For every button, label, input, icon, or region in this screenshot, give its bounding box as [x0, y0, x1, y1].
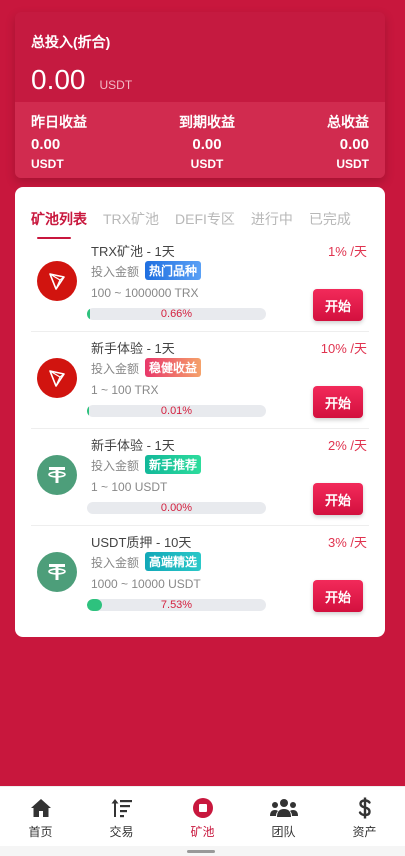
pool-item: 新手体验 - 1天 10% /天 投入金额 稳健收益 1 ~ 100 TRX 0… — [31, 332, 369, 429]
pool-range: 1 ~ 100 TRX — [91, 383, 159, 397]
nav-pool[interactable]: 矿池 — [173, 797, 233, 840]
pool-name: USDT质押 - 10天 — [91, 535, 192, 550]
pool-badge: 新手推荐 — [145, 455, 202, 474]
pool-badge: 稳健收益 — [145, 358, 202, 377]
progress-bar: 0.00% — [87, 502, 266, 514]
pool-rate: 10% /天 — [320, 341, 367, 356]
pool-item: 新手体验 - 1天 2% /天 投入金额 新手推荐 1 ~ 100 USDT 0… — [31, 429, 369, 526]
start-button[interactable]: 开始 — [313, 580, 363, 612]
home-indicator — [187, 850, 215, 853]
total-invest-unit: USDT — [99, 78, 133, 92]
pool-name: 新手体验 - 1天 — [91, 341, 175, 356]
nav-label: 交易 — [109, 825, 134, 839]
pool-range: 1000 ~ 10000 USDT — [91, 577, 201, 591]
sort-icon — [111, 797, 133, 819]
invest-label: 投入金额 — [91, 556, 140, 570]
pool-rate: 3% /天 — [327, 535, 367, 550]
pool-badge: 高端精选 — [145, 552, 202, 571]
progress-text: 0.66% — [160, 308, 193, 320]
stat-unit: USDT — [336, 157, 369, 171]
nav-home[interactable]: 首页 — [11, 797, 71, 840]
pool-range: 100 ~ 1000000 TRX — [91, 286, 199, 300]
stat-label: 到期收益 — [179, 114, 235, 130]
pool-item: USDT质押 - 10天 3% /天 投入金额 高端精选 1000 ~ 1000… — [31, 526, 369, 623]
nav-label: 矿池 — [190, 825, 215, 839]
progress-text: 7.53% — [160, 599, 193, 611]
trx-coin-icon — [37, 261, 77, 301]
nav-label: 资产 — [352, 825, 377, 839]
progress-bar: 0.01% — [87, 405, 266, 417]
earnings-stats: 昨日收益 0.00 USDT 到期收益 0.00 USDT 总收益 0.00 U… — [15, 102, 385, 178]
stat-maturity: 到期收益 0.00 USDT — [179, 112, 235, 178]
pool-rate: 2% /天 — [327, 438, 367, 453]
pool-range: 1 ~ 100 USDT — [91, 480, 168, 494]
progress-bar: 7.53% — [87, 599, 266, 611]
nav-trade[interactable]: 交易 — [92, 797, 152, 840]
stat-label: 昨日收益 — [31, 114, 87, 130]
stat-value: 0.00 — [339, 136, 369, 153]
pool-badge: 热门品种 — [145, 261, 202, 280]
usdt-coin-icon — [37, 552, 77, 592]
stat-unit: USDT — [31, 157, 64, 171]
home-icon — [30, 797, 52, 819]
invest-label: 投入金额 — [91, 362, 140, 376]
stat-value: 0.00 — [192, 136, 222, 153]
start-button[interactable]: 开始 — [313, 386, 363, 418]
invest-label: 投入金额 — [91, 265, 140, 279]
nav-label: 首页 — [28, 825, 53, 839]
nav-label: 团队 — [271, 825, 296, 839]
usdt-coin-icon — [37, 455, 77, 495]
pool-name: 新手体验 - 1天 — [91, 438, 175, 453]
start-button[interactable]: 开始 — [313, 289, 363, 321]
dollar-icon — [357, 797, 373, 819]
pool-name: TRX矿池 - 1天 — [91, 244, 175, 259]
stat-unit: USDT — [190, 157, 224, 171]
pool-list: TRX矿池 - 1天 1% /天 投入金额 热门品种 100 ~ 1000000… — [31, 235, 369, 623]
pool-card: 矿池列表 TRX矿池 DEFI专区 进行中 已完成 TRX矿池 - 1天 1% … — [15, 187, 385, 637]
users-icon — [269, 797, 298, 819]
stat-yesterday: 昨日收益 0.00 USDT — [31, 112, 87, 178]
pool-item: TRX矿池 - 1天 1% /天 投入金额 热门品种 100 ~ 1000000… — [31, 235, 369, 332]
progress-bar: 0.66% — [87, 308, 266, 320]
invest-label: 投入金额 — [91, 459, 140, 473]
stat-total: 总收益 0.00 USDT — [327, 112, 369, 178]
progress-text: 0.00% — [160, 502, 193, 514]
nav-team[interactable]: 团队 — [254, 797, 314, 840]
bottom-nav: 首页 交易 矿池 团队 资产 — [0, 786, 405, 846]
nav-assets[interactable]: 资产 — [335, 797, 395, 840]
total-invest-label: 总投入(折合) — [31, 34, 111, 50]
stop-circle-icon — [192, 797, 214, 819]
total-invest-amount: 0.00 — [31, 64, 86, 95]
progress-text: 0.01% — [160, 405, 193, 417]
summary-card: 总投入(折合) 0.00 USDT 昨日收益 0.00 USDT 到期收益 0.… — [15, 12, 385, 178]
start-button[interactable]: 开始 — [313, 483, 363, 515]
trx-coin-icon — [37, 358, 77, 398]
stat-value: 0.00 — [31, 136, 61, 153]
stat-label: 总收益 — [327, 114, 369, 130]
pool-rate: 1% /天 — [327, 244, 367, 259]
